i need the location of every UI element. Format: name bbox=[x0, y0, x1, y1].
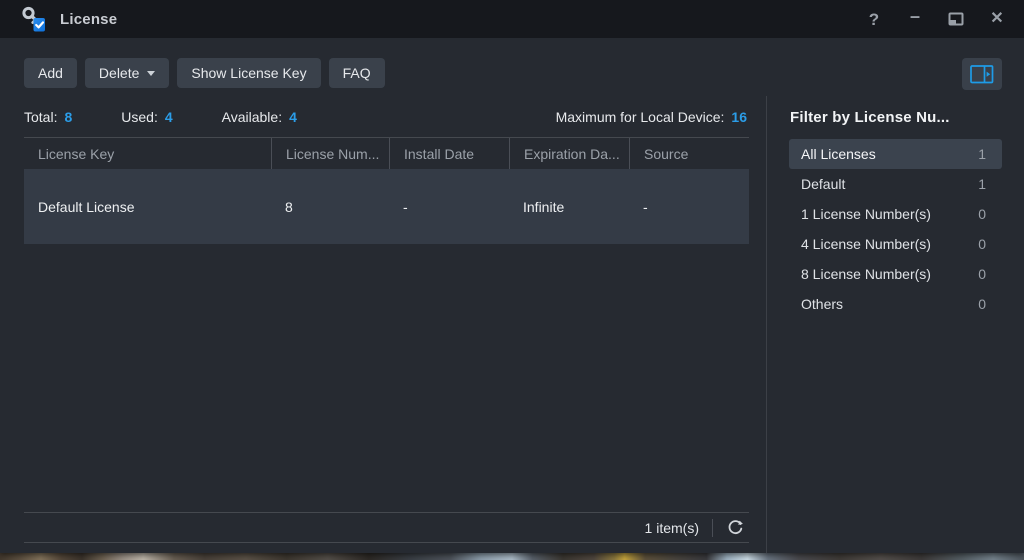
license-key-icon bbox=[20, 5, 47, 33]
cell-install-date: - bbox=[389, 199, 509, 215]
stat-available-value: 4 bbox=[289, 109, 297, 125]
close-button[interactable]: ✕ bbox=[988, 11, 1006, 27]
stat-maximum-value: 16 bbox=[731, 109, 747, 125]
content: Total: 8 Used: 4 Available: 4 Maximum fo… bbox=[0, 96, 1024, 553]
table-footer: 1 item(s) bbox=[24, 512, 749, 543]
sidebar-item-8-license-number[interactable]: 8 License Number(s) 0 bbox=[789, 259, 1002, 289]
show-license-key-label: Show License Key bbox=[191, 65, 306, 81]
minimize-button[interactable]: – bbox=[906, 7, 924, 31]
column-header-license-key[interactable]: License Key bbox=[24, 138, 271, 169]
sidebar-item-label: 4 License Number(s) bbox=[801, 236, 931, 252]
stat-total: Total: 8 bbox=[24, 109, 72, 125]
license-stats: Total: 8 Used: 4 Available: 4 Maximum fo… bbox=[24, 96, 749, 137]
delete-button-label: Delete bbox=[99, 65, 139, 81]
license-window: License ? – ✕ Add Delete bbox=[0, 0, 1024, 553]
filter-sidebar: Filter by License Nu... All Licenses 1 D… bbox=[767, 96, 1024, 553]
column-header-install-date[interactable]: Install Date bbox=[389, 138, 509, 169]
titlebar[interactable]: License ? – ✕ bbox=[0, 0, 1024, 38]
stat-maximum: Maximum for Local Device: 16 bbox=[556, 109, 747, 125]
sidebar-item-count: 0 bbox=[978, 206, 986, 222]
column-header-license-number[interactable]: License Num... bbox=[271, 138, 389, 169]
sidebar-item-label: 1 License Number(s) bbox=[801, 206, 931, 222]
sidebar-item-others[interactable]: Others 0 bbox=[789, 289, 1002, 319]
sidebar-title: Filter by License Nu... bbox=[790, 109, 1002, 126]
table-empty-area bbox=[24, 244, 749, 512]
stat-used-label: Used: bbox=[121, 109, 158, 125]
main-panel: Total: 8 Used: 4 Available: 4 Maximum fo… bbox=[0, 96, 766, 553]
stat-available-label: Available: bbox=[222, 109, 282, 125]
table-row[interactable]: Default License 8 - Infinite - bbox=[24, 169, 749, 244]
panel-toggle-icon bbox=[970, 65, 994, 84]
sidebar-item-count: 1 bbox=[978, 176, 986, 192]
cell-license-key: Default License bbox=[24, 199, 271, 215]
refresh-icon bbox=[727, 519, 744, 536]
toolbar: Add Delete Show License Key FAQ bbox=[0, 38, 1024, 96]
help-button[interactable]: ? bbox=[865, 11, 883, 28]
sidebar-item-label: Default bbox=[801, 176, 845, 192]
faq-button-label: FAQ bbox=[343, 65, 371, 81]
sidebar-item-1-license-number[interactable]: 1 License Number(s) 0 bbox=[789, 199, 1002, 229]
delete-button[interactable]: Delete bbox=[85, 58, 169, 88]
sidebar-item-label: All Licenses bbox=[801, 146, 876, 162]
add-button-label: Add bbox=[38, 65, 63, 81]
titlebar-controls: ? – ✕ bbox=[865, 7, 1006, 31]
cell-license-number: 8 bbox=[271, 199, 389, 215]
screen: License ? – ✕ Add Delete bbox=[0, 0, 1024, 560]
sidebar-item-label: Others bbox=[801, 296, 843, 312]
window-title: License bbox=[60, 11, 117, 28]
sidebar-toggle-button[interactable] bbox=[962, 58, 1002, 90]
sidebar-item-all-licenses[interactable]: All Licenses 1 bbox=[789, 139, 1002, 169]
cell-source: - bbox=[629, 199, 749, 215]
sidebar-item-count: 0 bbox=[978, 296, 986, 312]
faq-button[interactable]: FAQ bbox=[329, 58, 385, 88]
sidebar-item-label: 8 License Number(s) bbox=[801, 266, 931, 282]
footer-divider bbox=[712, 519, 713, 537]
table-header: License Key License Num... Install Date … bbox=[24, 138, 749, 169]
chevron-down-icon bbox=[147, 71, 155, 76]
sidebar-item-count: 0 bbox=[978, 236, 986, 252]
stat-available: Available: 4 bbox=[222, 109, 297, 125]
sidebar-item-4-license-number[interactable]: 4 License Number(s) 0 bbox=[789, 229, 1002, 259]
item-count: 1 item(s) bbox=[645, 520, 699, 536]
maximize-button[interactable] bbox=[947, 12, 965, 26]
maximize-icon bbox=[948, 12, 964, 26]
stat-total-label: Total: bbox=[24, 109, 57, 125]
sidebar-item-default[interactable]: Default 1 bbox=[789, 169, 1002, 199]
license-table: License Key License Num... Install Date … bbox=[24, 137, 749, 543]
add-button[interactable]: Add bbox=[24, 58, 77, 88]
refresh-button[interactable] bbox=[723, 516, 747, 540]
show-license-key-button[interactable]: Show License Key bbox=[177, 58, 320, 88]
stat-used-value: 4 bbox=[165, 109, 173, 125]
column-header-expiration-date[interactable]: Expiration Da... bbox=[509, 138, 629, 169]
sidebar-item-count: 0 bbox=[978, 266, 986, 282]
sidebar-item-count: 1 bbox=[978, 146, 986, 162]
cell-expiration-date: Infinite bbox=[509, 199, 629, 215]
column-header-source[interactable]: Source bbox=[629, 138, 749, 169]
stat-maximum-label: Maximum for Local Device: bbox=[556, 109, 725, 125]
stat-used: Used: 4 bbox=[121, 109, 172, 125]
stat-total-value: 8 bbox=[64, 109, 72, 125]
